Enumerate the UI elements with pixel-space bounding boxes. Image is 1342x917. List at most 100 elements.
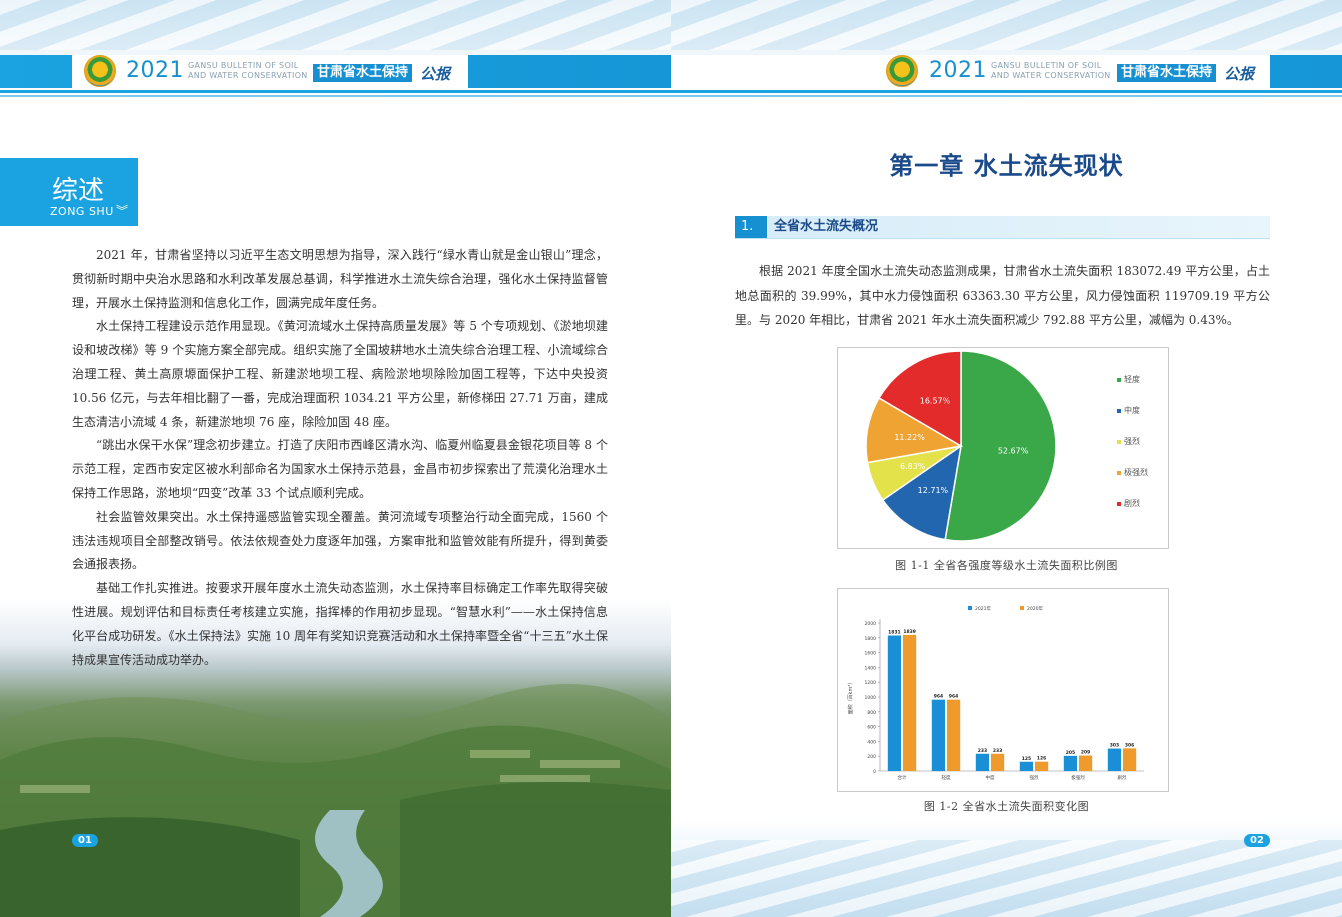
- legend-label: 轻度: [1124, 374, 1140, 384]
- header-rule: [671, 90, 1342, 93]
- y-tick-label: 200: [867, 754, 876, 760]
- overview-paragraph-1: 2021 年，甘肃省坚持以习近平生态文明思想为指导，深入践行“绿水青山就是金山银…: [72, 248, 608, 310]
- bar-value-label: 964: [934, 694, 943, 700]
- overview-body: 2021 年，甘肃省坚持以习近平生态文明思想为指导，深入践行“绿水青山就是金山银…: [72, 244, 608, 672]
- header-rule-thin: [0, 95, 671, 97]
- header-year: 2021: [126, 58, 184, 83]
- bar-value-label: 205: [1066, 750, 1075, 756]
- y-tick-label: 600: [867, 725, 876, 731]
- x-tick-label: 剧烈: [1118, 774, 1127, 781]
- bar-chart: 0 200 400 600 800 1000 1200 1400 1600 1800 2000 面积（…: [847, 605, 1144, 781]
- legend-swatch: [1117, 409, 1121, 413]
- overview-paragraph-5: 基础工作扎实推进。按要求开展年度水土流失动态监测，水土保持率目标确定工作率先取得…: [72, 581, 608, 667]
- y-tick-label: 1800: [865, 636, 877, 642]
- page-number-right: 02: [1244, 834, 1270, 847]
- legend-swatch: [1020, 606, 1024, 610]
- header-year: 2021: [929, 58, 987, 83]
- overview-paragraph-3: “跳出水保干水保”理念初步建立。打造了庆阳市西峰区清水沟、临夏州临夏县金银花项目…: [72, 438, 608, 500]
- bulletin-logo-icon: [84, 55, 116, 87]
- bar-value-label: 125: [1022, 756, 1031, 762]
- x-tick-label: 中度: [986, 774, 995, 781]
- header-en-title: GANSU BULLETIN OF SOIL AND WATER CONSERV…: [991, 61, 1111, 81]
- y-axis-label: 面积（百km²）: [847, 680, 854, 715]
- bar: [1107, 748, 1121, 771]
- bar-value-label: 303: [1110, 743, 1119, 749]
- left-page: 2021 GANSU BULLETIN OF SOIL AND WATER CO…: [0, 0, 671, 917]
- pie-slice-label: 52.67%: [998, 446, 1029, 455]
- pie-slice-label: 16.57%: [920, 397, 951, 406]
- header-en-line1: GANSU BULLETIN OF SOIL: [188, 61, 299, 70]
- header-en-line2: AND WATER CONSERVATION: [188, 71, 308, 80]
- bar: [1019, 761, 1033, 771]
- bar: [931, 699, 945, 771]
- section-heading: 1. 全省水土流失概况: [735, 216, 1270, 239]
- bar-value-label: 233: [993, 748, 1002, 754]
- bar-value-label: 306: [1125, 742, 1134, 748]
- header-en-line1: GANSU BULLETIN OF SOIL: [991, 61, 1102, 70]
- bar: [947, 699, 961, 771]
- legend-swatch: [1117, 502, 1121, 506]
- bar: [1079, 755, 1093, 771]
- bar: [903, 634, 917, 771]
- bar-value-label: 126: [1037, 756, 1046, 762]
- header-en-line2: AND WATER CONSERVATION: [991, 71, 1111, 80]
- header-rule: [0, 90, 671, 93]
- bar: [975, 753, 989, 771]
- bar-value-label: 209: [1081, 750, 1090, 756]
- right-page: 2021 GANSU BULLETIN OF SOIL AND WATER CO…: [671, 0, 1342, 917]
- bar: [1063, 755, 1077, 771]
- bar-chart-caption: 图 1-2 全省水土流失面积变化图: [923, 800, 1090, 813]
- bar-chart-frame: 0 200 400 600 800 1000 1200 1400 1600 1800 2000 面积（…: [837, 588, 1169, 792]
- pie-chart-caption: 图 1-1 全省各强度等级水土流失面积比例图: [895, 559, 1118, 572]
- overview-paragraph-2: 水土保持工程建设示范作用显现。《黄河流域水土保持高质量发展》等 5 个专项规划、…: [72, 319, 608, 429]
- bar: [1035, 761, 1049, 771]
- section-title: 全省水土流失概况: [774, 219, 879, 234]
- bar-value-label: 1831: [888, 630, 901, 636]
- legend-label: 强烈: [1124, 437, 1140, 446]
- pie-chart-frame: 52.67% 12.71% 6.83% 11.22% 16.57% 轻度 中度 强烈 极强烈 剧烈: [837, 347, 1169, 549]
- pie-slice-label: 6.83%: [900, 462, 926, 471]
- bar: [1123, 748, 1137, 771]
- x-tick-label: 轻度: [942, 774, 951, 781]
- legend-swatch: [1117, 440, 1121, 444]
- header-en-title: GANSU BULLETIN OF SOIL AND WATER CONSERV…: [188, 61, 308, 81]
- header-cn-title: 甘肃省水土保持: [1117, 64, 1217, 82]
- bar-value-label: 1839: [903, 629, 916, 635]
- legend-label: 中度: [1124, 405, 1140, 415]
- section-title-en: ZONG SHU: [50, 205, 114, 218]
- legend-swatch: [1117, 471, 1121, 475]
- bottom-decoration: [671, 820, 1342, 917]
- bar-value-label: 233: [978, 748, 987, 754]
- section-tab: 综述 ZONG SHU ︾: [0, 158, 138, 226]
- y-tick-label: 1400: [865, 665, 877, 671]
- chapter-title: 第一章 水土流失现状: [889, 152, 1124, 180]
- header-cn-title: 甘肃省水土保持: [313, 64, 413, 82]
- legend-swatch: [968, 606, 972, 610]
- x-tick-label: 强烈: [1030, 774, 1039, 781]
- header-cn-suffix: 公报: [1224, 65, 1255, 83]
- header-rule-thin: [671, 95, 1342, 97]
- legend-label: 2021年: [975, 605, 991, 612]
- overview-paragraph-4: 社会监管效果突出。水土保持遥感监管实现全覆盖。黄河流域专项整治行动全面完成，15…: [72, 509, 608, 572]
- bar-value-label: 964: [949, 694, 958, 700]
- x-tick-label: 合计: [898, 774, 907, 781]
- legend-swatch: [1117, 378, 1121, 382]
- y-tick-label: 800: [867, 710, 876, 716]
- header-cn-suffix: 公报: [420, 65, 451, 83]
- y-tick-label: 0: [873, 769, 876, 775]
- status-body: 根据 2021 年度全国水土流失动态监测成果，甘肃省水土流失面积 183072.…: [735, 259, 1270, 333]
- legend-label: 极强烈: [1124, 467, 1148, 477]
- legend-label: 2020年: [1027, 605, 1043, 612]
- double-chevron-down-icon: ︾: [116, 204, 129, 218]
- pie-chart: 52.67% 12.71% 6.83% 11.22% 16.57% 轻度中度强烈极强烈剧烈: [865, 350, 1148, 542]
- bar: [991, 753, 1005, 771]
- y-tick-label: 2000: [865, 621, 877, 627]
- y-tick-label: 1000: [865, 695, 877, 701]
- y-tick-label: 400: [867, 739, 876, 745]
- y-tick-label: 1600: [865, 651, 877, 657]
- section-title-cn: 综述: [52, 176, 105, 206]
- page-number-left: 01: [72, 834, 98, 847]
- y-tick-label: 1200: [865, 680, 877, 686]
- pie-slice-label: 12.71%: [918, 486, 949, 495]
- x-tick-label: 极强烈: [1071, 774, 1085, 781]
